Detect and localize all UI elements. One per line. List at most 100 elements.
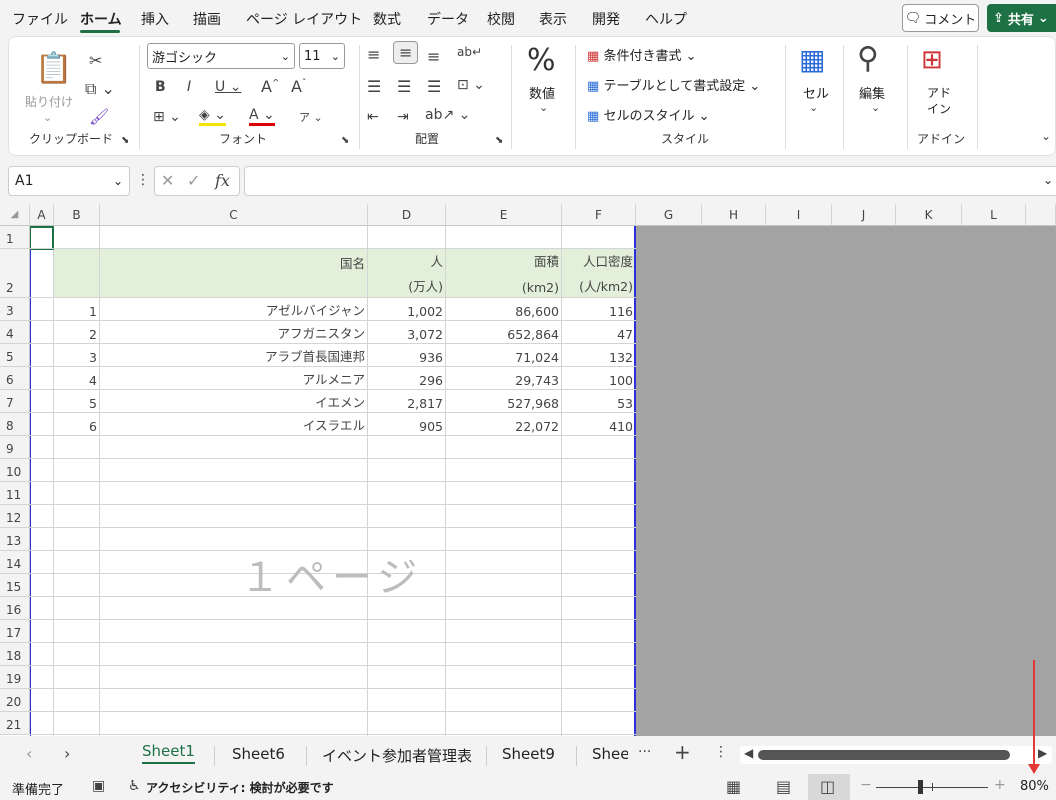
cell-density[interactable]: 47	[562, 321, 636, 344]
sheet-tab-sheet9[interactable]: Sheet9	[502, 745, 555, 763]
menu-data[interactable]: データ	[427, 9, 469, 29]
format-painter-icon[interactable]: 🖌	[89, 107, 109, 126]
menu-insert[interactable]: 挿入	[141, 9, 169, 29]
column-header[interactable]: I	[766, 204, 832, 226]
macro-record-icon[interactable]: ▣	[92, 778, 105, 794]
scroll-left-icon[interactable]: ‹	[26, 744, 32, 763]
orientation-icon[interactable]: ab↗ ⌄	[425, 107, 470, 123]
row-header[interactable]: 10	[0, 459, 30, 482]
row-header[interactable]: 2	[0, 249, 30, 298]
cell-population[interactable]: 3,072	[368, 321, 446, 344]
addins-label[interactable]: アド イン	[927, 85, 951, 117]
cell-country[interactable]: アフガニスタン	[100, 321, 368, 344]
column-header[interactable]: H	[702, 204, 766, 226]
accessibility-status[interactable]: アクセシビリティ: 検討が必要です	[146, 779, 334, 796]
row-header[interactable]: 9	[0, 436, 30, 459]
cell-area[interactable]: 22,072	[446, 413, 562, 436]
column-header[interactable]: B	[54, 204, 100, 226]
page-layout-view-icon[interactable]: ▤	[776, 777, 791, 796]
cell-density[interactable]: 100	[562, 367, 636, 390]
wrap-text-icon[interactable]: ab↵	[457, 45, 482, 59]
cell-area[interactable]: 71,024	[446, 344, 562, 367]
enter-icon[interactable]: ✓	[187, 171, 200, 190]
cells-icon[interactable]: ▦	[799, 43, 825, 76]
menu-draw[interactable]: 描画	[193, 9, 221, 29]
menu-home[interactable]: ホーム	[80, 9, 122, 29]
chevron-down-icon[interactable]: ⌄	[809, 101, 818, 114]
cell-population[interactable]: 2,817	[368, 390, 446, 413]
underline-icon[interactable]: U ⌄	[215, 79, 241, 95]
menu-page-layout[interactable]: ページ レイアウト	[246, 9, 362, 29]
column-header[interactable]: F	[562, 204, 636, 226]
cell-density[interactable]: 132	[562, 344, 636, 367]
phonetic-icon[interactable]: ア ⌄	[299, 109, 323, 125]
cell-population[interactable]: 296	[368, 367, 446, 390]
horizontal-scrollbar[interactable]: ◀ ▶	[740, 746, 1052, 764]
zoom-in-icon[interactable]: +	[994, 777, 1006, 793]
dialog-launcher-icon[interactable]: ⬊	[121, 135, 129, 146]
cell-no[interactable]: 3	[54, 344, 100, 367]
menu-developer[interactable]: 開発	[592, 9, 620, 29]
column-header[interactable]	[1026, 204, 1056, 226]
addins-icon[interactable]: ⊞	[921, 45, 943, 75]
row-header[interactable]: 1	[0, 226, 30, 249]
share-button[interactable]: ⇪ 共有 ⌄	[987, 4, 1056, 32]
align-right-icon[interactable]: ☰	[427, 77, 441, 96]
row-header[interactable]: 11	[0, 482, 30, 505]
cell-styles-button[interactable]: ▦ セルのスタイル ⌄	[587, 105, 709, 124]
row-header[interactable]: 21	[0, 712, 30, 735]
dialog-launcher-icon[interactable]: ⬊	[495, 135, 503, 146]
spreadsheet-grid[interactable]: ◢ A B C D E F G H I J K L 国名 人 (万人) 面積 (…	[0, 204, 1056, 736]
header-country[interactable]: 国名	[100, 249, 368, 298]
align-middle-icon[interactable]: ≡	[393, 41, 419, 64]
font-color-icon[interactable]: A ⌄	[249, 107, 275, 126]
row-header[interactable]: 13	[0, 528, 30, 551]
copy-icon[interactable]: ⧉ ⌄	[85, 79, 115, 99]
cell-country[interactable]: アゼルバイジャン	[100, 298, 368, 321]
row-header[interactable]: 16	[0, 597, 30, 620]
row-header[interactable]: 3	[0, 298, 30, 321]
merge-center-icon[interactable]: ⊡ ⌄	[457, 77, 485, 93]
cell-density[interactable]: 116	[562, 298, 636, 321]
fill-color-icon[interactable]: ◈ ⌄	[199, 107, 226, 126]
formula-input[interactable]: ⌄	[244, 166, 1056, 196]
cell-no[interactable]: 5	[54, 390, 100, 413]
chevron-down-icon[interactable]: ⌄	[539, 101, 548, 114]
chevron-down-icon[interactable]: ⌄	[871, 101, 880, 114]
insert-function-icon[interactable]: fx	[215, 171, 230, 190]
row-header[interactable]: 4	[0, 321, 30, 344]
cell-country[interactable]: アラブ首長国連邦	[100, 344, 368, 367]
cell-no[interactable]: 1	[54, 298, 100, 321]
row-header[interactable]: 18	[0, 643, 30, 666]
cell-population[interactable]: 905	[368, 413, 446, 436]
chevron-down-icon[interactable]: ⌄	[43, 111, 52, 124]
editing-label[interactable]: 編集	[859, 83, 885, 102]
align-bottom-icon[interactable]: ≡	[427, 47, 440, 66]
decrease-indent-icon[interactable]: ⇤	[367, 109, 379, 125]
column-header[interactable]: E	[446, 204, 562, 226]
collapse-ribbon-icon[interactable]: ⌄	[1041, 129, 1051, 143]
cells-label[interactable]: セル	[803, 83, 829, 102]
scrollbar-thumb[interactable]	[758, 750, 1010, 760]
row-header[interactable]: 15	[0, 574, 30, 597]
decrease-font-icon[interactable]: Aˇ	[291, 77, 306, 96]
select-all-corner[interactable]: ◢	[0, 204, 30, 226]
sheet-tab-sheet6[interactable]: Sheet6	[232, 745, 285, 763]
format-as-table-button[interactable]: ▦ テーブルとして書式設定 ⌄	[587, 75, 760, 94]
cell-no[interactable]: 4	[54, 367, 100, 390]
cancel-icon[interactable]: ✕	[161, 171, 174, 190]
menu-review[interactable]: 校閲	[487, 9, 515, 29]
row-header[interactable]: 19	[0, 666, 30, 689]
cell-area[interactable]: 29,743	[446, 367, 562, 390]
active-cell-a1[interactable]	[29, 226, 54, 250]
row-header[interactable]: 20	[0, 689, 30, 712]
add-sheet-icon[interactable]: +	[674, 740, 691, 764]
cell-area[interactable]: 86,600	[446, 298, 562, 321]
name-box[interactable]: A1 ⌄	[8, 166, 130, 196]
column-header[interactable]: C	[100, 204, 368, 226]
row-header[interactable]: 6	[0, 367, 30, 390]
row-header[interactable]: 14	[0, 551, 30, 574]
cell-area[interactable]: 652,864	[446, 321, 562, 344]
font-size-select[interactable]: 11 ⌄	[299, 43, 345, 69]
more-sheets-icon[interactable]: ···	[638, 744, 651, 760]
